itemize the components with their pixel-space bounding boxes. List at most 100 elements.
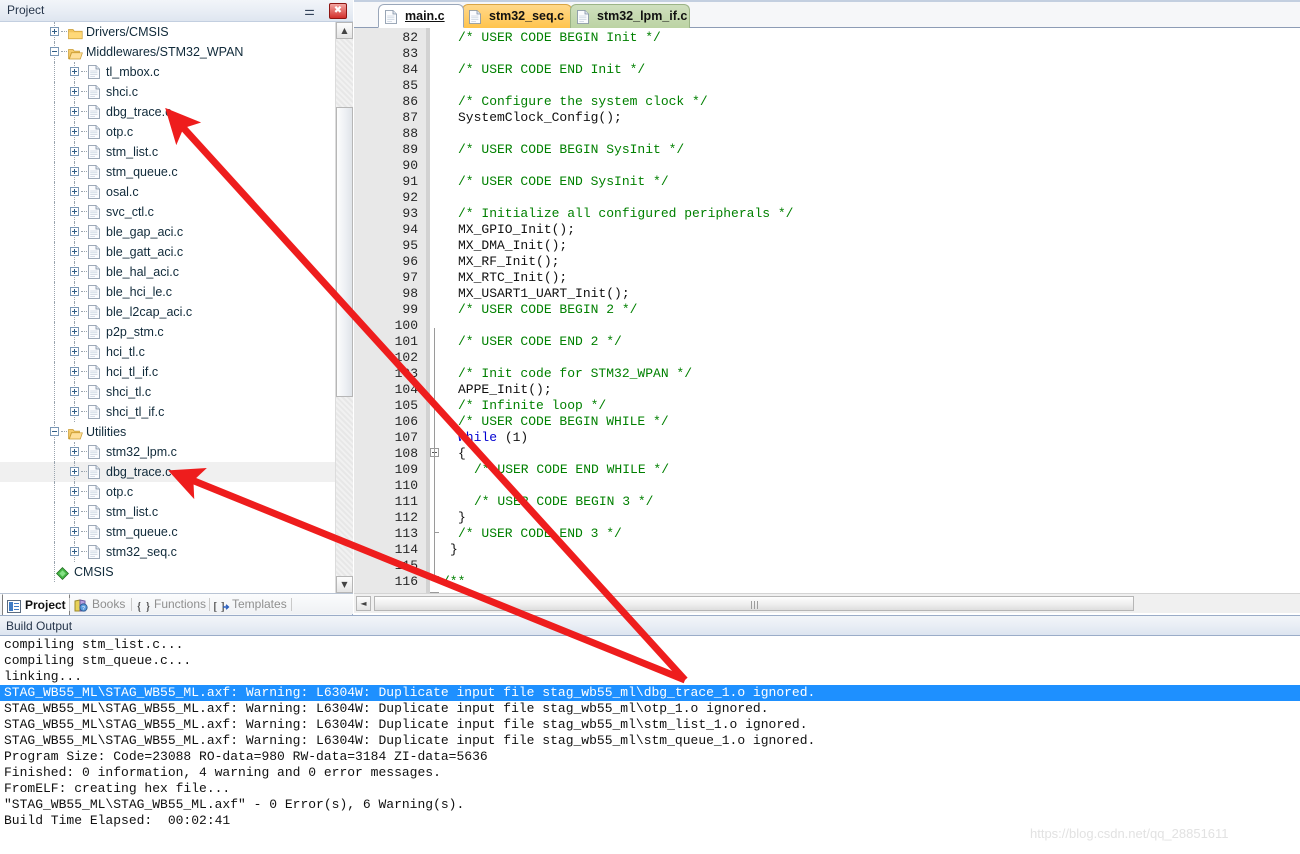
expand-plus-icon[interactable] <box>70 307 79 316</box>
tree-item-cmsis[interactable]: CMSIS <box>0 562 335 582</box>
collapse-minus-icon[interactable] <box>50 427 59 436</box>
pin-icon[interactable]: ⚌ <box>303 4 316 18</box>
expand-plus-icon[interactable] <box>70 227 79 236</box>
build-output-line[interactable]: Finished: 0 information, 4 warning and 0… <box>0 765 1300 781</box>
code-folding-column[interactable] <box>430 28 442 593</box>
expand-plus-icon[interactable] <box>70 447 79 456</box>
editor-tabstrip[interactable]: main.c stm32_seq.c stm32_lpm_if.c <box>354 0 1300 28</box>
code-line[interactable]: /* USER CODE BEGIN 3 */ <box>474 494 653 510</box>
code-line[interactable]: } <box>458 510 466 526</box>
expand-plus-icon[interactable] <box>70 287 79 296</box>
build-output-line[interactable]: FromELF: creating hex file... <box>0 781 1300 797</box>
tree-item-hci-tl-c[interactable]: hci_tl.c <box>0 342 335 362</box>
code-line[interactable]: /* USER CODE END 2 */ <box>458 334 622 350</box>
build-output-line[interactable]: compiling stm_queue.c... <box>0 653 1300 669</box>
code-line[interactable]: MX_GPIO_Init(); <box>458 222 575 238</box>
code-line[interactable]: /* USER CODE END SysInit */ <box>458 174 669 190</box>
expand-plus-icon[interactable] <box>70 407 79 416</box>
expand-plus-icon[interactable] <box>70 147 79 156</box>
code-line[interactable]: /* USER CODE BEGIN Init */ <box>458 30 661 46</box>
tree-item-stm-queue-c[interactable]: stm_queue.c <box>0 522 335 542</box>
build-output-line[interactable]: STAG_WB55_ML\STAG_WB55_ML.axf: Warning: … <box>0 701 1300 717</box>
build-output-line[interactable]: STAG_WB55_ML\STAG_WB55_ML.axf: Warning: … <box>0 717 1300 733</box>
tree-item-shci-c[interactable]: shci.c <box>0 82 335 102</box>
tree-item-stm-list-c[interactable]: stm_list.c <box>0 502 335 522</box>
project-tree-vertical-scrollbar[interactable]: ▲ ▼ <box>335 22 353 593</box>
code-line[interactable]: /* USER CODE BEGIN 2 */ <box>458 302 637 318</box>
tree-item-stm-queue-c[interactable]: stm_queue.c <box>0 162 335 182</box>
editor-tab-main-c[interactable]: main.c <box>378 4 464 28</box>
tree-item-stm32-lpm-c[interactable]: stm32_lpm.c <box>0 442 335 462</box>
expand-plus-icon[interactable] <box>70 367 79 376</box>
build-output-line[interactable]: Program Size: Code=23088 RO-data=980 RW-… <box>0 749 1300 765</box>
expand-plus-icon[interactable] <box>70 167 79 176</box>
tree-item-ble-l2cap-aci-c[interactable]: ble_l2cap_aci.c <box>0 302 335 322</box>
expand-plus-icon[interactable] <box>70 387 79 396</box>
tree-item-hci-tl-if-c[interactable]: hci_tl_if.c <box>0 362 335 382</box>
code-line[interactable]: /** <box>442 574 465 590</box>
expand-plus-icon[interactable] <box>70 67 79 76</box>
code-line[interactable]: /* Configure the system clock */ <box>458 94 708 110</box>
tree-item-ble-gap-aci-c[interactable]: ble_gap_aci.c <box>0 222 335 242</box>
project-tab-books[interactable]: ? Books <box>70 594 132 615</box>
collapse-minus-icon[interactable] <box>50 47 59 56</box>
build-output-log[interactable]: compiling stm_list.c... compiling stm_que… <box>0 637 1300 845</box>
expand-plus-icon[interactable] <box>70 87 79 96</box>
code-line[interactable]: MX_USART1_UART_Init(); <box>458 286 630 302</box>
hscroll-left-arrow-icon[interactable]: ◄ <box>356 596 371 611</box>
project-panel-tabbar[interactable]: Project? Books { } Functions [ ] Templates <box>0 593 353 615</box>
tree-item-otp-c[interactable]: otp.c <box>0 122 335 142</box>
hscroll-thumb[interactable] <box>374 596 1134 611</box>
code-line[interactable]: /* USER CODE END 3 */ <box>458 526 622 542</box>
tree-item-dbg-trace-c[interactable]: dbg_trace.c <box>0 102 335 122</box>
expand-plus-icon[interactable] <box>70 487 79 496</box>
tree-item-otp-c[interactable]: otp.c <box>0 482 335 502</box>
project-tab-functions[interactable]: { } Functions <box>132 594 210 615</box>
expand-plus-icon[interactable] <box>70 187 79 196</box>
code-line[interactable]: MX_DMA_Init(); <box>458 238 567 254</box>
expand-plus-icon[interactable] <box>70 507 79 516</box>
tree-item-ble-hci-le-c[interactable]: ble_hci_le.c <box>0 282 335 302</box>
code-line[interactable]: SystemClock_Config(); <box>458 110 622 126</box>
expand-plus-icon[interactable] <box>70 347 79 356</box>
tree-item-osal-c[interactable]: osal.c <box>0 182 335 202</box>
close-icon[interactable]: ✖ <box>329 3 347 19</box>
build-output-line[interactable]: "STAG_WB55_ML\STAG_WB55_ML.axf" - 0 Erro… <box>0 797 1300 813</box>
build-output-line[interactable]: compiling stm_list.c... <box>0 637 1300 653</box>
tree-item-middlewares-stm32-wpan[interactable]: Middlewares/STM32_WPAN <box>0 42 335 62</box>
tree-item-ble-gatt-aci-c[interactable]: ble_gatt_aci.c <box>0 242 335 262</box>
tree-item-shci-tl-if-c[interactable]: shci_tl_if.c <box>0 402 335 422</box>
expand-plus-icon[interactable] <box>70 327 79 336</box>
expand-plus-icon[interactable] <box>70 207 79 216</box>
expand-plus-icon[interactable] <box>70 127 79 136</box>
scroll-up-arrow-icon[interactable]: ▲ <box>336 22 353 39</box>
tree-item-stm32-seq-c[interactable]: stm32_seq.c <box>0 542 335 562</box>
code-line[interactable]: /* USER CODE BEGIN WHILE */ <box>458 414 669 430</box>
expand-plus-icon[interactable] <box>70 467 79 476</box>
code-line[interactable]: /* USER CODE BEGIN SysInit */ <box>458 142 684 158</box>
tree-item-tl-mbox-c[interactable]: tl_mbox.c <box>0 62 335 82</box>
project-tab-project[interactable]: Project <box>2 594 70 615</box>
project-tab-templates[interactable]: [ ] Templates <box>210 594 292 615</box>
expand-plus-icon[interactable] <box>50 27 59 36</box>
build-output-line[interactable]: STAG_WB55_ML\STAG_WB55_ML.axf: Warning: … <box>0 685 1300 701</box>
code-line[interactable]: APPE_Init(); <box>458 382 552 398</box>
code-line[interactable]: /* Init code for STM32_WPAN */ <box>458 366 692 382</box>
code-editor[interactable]: 82 /* USER CODE BEGIN Init */ 83 84 /* USER … <box>354 28 1300 593</box>
code-line[interactable]: /* Initialize all configured peripherals… <box>458 206 793 222</box>
code-line[interactable]: while (1) <box>458 430 528 446</box>
project-tree[interactable]: Drivers/CMSIS Middlewares/STM32_WPAN tl_mb… <box>0 22 353 593</box>
code-line[interactable]: /* Infinite loop */ <box>458 398 606 414</box>
build-output-line[interactable]: linking... <box>0 669 1300 685</box>
tree-item-drivers-cmsis[interactable]: Drivers/CMSIS <box>0 22 335 42</box>
tree-item-dbg-trace-c[interactable]: dbg_trace.c <box>0 462 335 482</box>
expand-plus-icon[interactable] <box>70 247 79 256</box>
tree-item-utilities[interactable]: Utilities <box>0 422 335 442</box>
scrollbar-thumb[interactable] <box>336 107 353 397</box>
code-line[interactable]: { <box>458 446 466 462</box>
scroll-down-arrow-icon[interactable]: ▼ <box>336 576 353 593</box>
editor-horizontal-scrollbar[interactable]: ◄ <box>354 593 1300 613</box>
tree-item-svc-ctl-c[interactable]: svc_ctl.c <box>0 202 335 222</box>
tree-item-p2p-stm-c[interactable]: p2p_stm.c <box>0 322 335 342</box>
expand-plus-icon[interactable] <box>70 547 79 556</box>
